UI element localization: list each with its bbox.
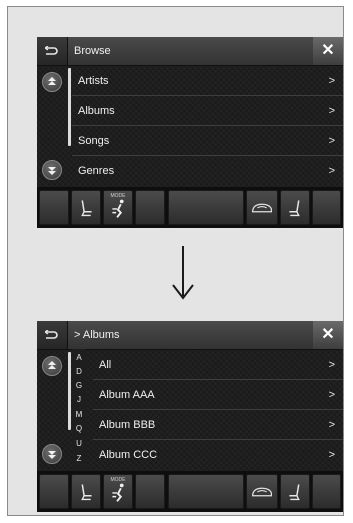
scroll-up-icon <box>48 77 56 85</box>
list-item-label: Artists <box>78 75 109 87</box>
scroll-down-icon <box>48 451 56 459</box>
seat-heater-left-button[interactable] <box>71 474 101 509</box>
list-item-all[interactable]: All > <box>93 351 343 380</box>
scroll-track[interactable] <box>68 352 71 430</box>
seat-left-icon <box>81 200 92 217</box>
scroll-up-button[interactable] <box>42 356 62 376</box>
climate-button-blank[interactable] <box>312 474 341 509</box>
seat-heater-right-button[interactable] <box>280 474 310 509</box>
list-item-label: Songs <box>78 135 110 147</box>
list-item-label: Albums <box>78 105 115 117</box>
chevron-right-icon: > <box>328 389 335 401</box>
recirculation-button[interactable] <box>246 190 278 225</box>
seat-right-icon <box>289 484 300 501</box>
alpha-index-u[interactable]: U <box>72 440 86 448</box>
mode-fan-icon <box>112 483 124 502</box>
mode-button[interactable]: MODE <box>103 190 133 225</box>
alpha-index-d[interactable]: D <box>72 368 86 376</box>
climate-bar: MODE <box>37 187 343 228</box>
climate-button-blank[interactable] <box>135 190 165 225</box>
recirculation-icon <box>252 487 272 497</box>
scroll-track[interactable] <box>68 68 71 146</box>
scroll-column <box>37 349 67 471</box>
alpha-index-q[interactable]: Q <box>72 425 86 433</box>
seat-right-icon <box>289 200 300 217</box>
scroll-down-icon <box>48 167 56 175</box>
chevron-right-icon: > <box>328 135 335 147</box>
browse-screen: Browse ✕ Artists > Albums > Songs > Genr… <box>37 37 343 228</box>
chevron-right-icon: > <box>328 165 335 177</box>
scroll-up-icon <box>48 361 56 369</box>
back-arrow-icon <box>43 329 58 339</box>
chevron-right-icon: > <box>328 449 335 461</box>
alpha-index-j[interactable]: J <box>72 396 86 404</box>
albums-screen: > Albums ✕ A D G J M Q U Z All > Album A… <box>37 321 343 512</box>
mode-button[interactable]: MODE <box>103 474 133 509</box>
seat-heater-left-button[interactable] <box>71 190 101 225</box>
close-button[interactable]: ✕ <box>313 321 343 349</box>
list-item-label: Album AAA <box>99 389 155 401</box>
chevron-right-icon: > <box>328 359 335 371</box>
figure-frame: Browse ✕ Artists > Albums > Songs > Genr… <box>7 6 344 516</box>
list-item-album-bbb[interactable]: Album BBB > <box>93 411 343 440</box>
climate-button-blank[interactable] <box>39 190 69 225</box>
climate-bar: MODE <box>37 471 343 512</box>
list-item-albums[interactable]: Albums > <box>72 97 343 126</box>
down-arrow-icon <box>172 246 194 300</box>
alpha-index-g[interactable]: G <box>72 382 86 390</box>
chevron-right-icon: > <box>328 75 335 87</box>
list-item-songs[interactable]: Songs > <box>72 127 343 156</box>
climate-button-blank[interactable] <box>312 190 341 225</box>
chevron-right-icon: > <box>328 419 335 431</box>
climate-button-blank[interactable] <box>135 474 165 509</box>
page-title: Browse <box>74 45 111 57</box>
list-item-label: All <box>99 359 112 371</box>
list-item-label: Genres <box>78 165 115 177</box>
list-item-album-aaa[interactable]: Album AAA > <box>93 381 343 410</box>
mode-fan-icon <box>112 199 124 218</box>
climate-button-blank-wide[interactable] <box>168 190 244 225</box>
back-arrow-icon <box>43 45 58 55</box>
seat-heater-right-button[interactable] <box>280 190 310 225</box>
back-button[interactable] <box>37 37 68 65</box>
alpha-index-z[interactable]: Z <box>72 455 86 463</box>
title-bar: > Albums ✕ <box>37 321 343 350</box>
alpha-index-m[interactable]: M <box>72 411 86 419</box>
list-item-label: Album CCC <box>99 449 158 461</box>
climate-button-blank[interactable] <box>39 474 69 509</box>
recirculation-icon <box>252 203 272 213</box>
scroll-column <box>37 65 67 187</box>
chevron-right-icon: > <box>328 105 335 117</box>
title-bar: Browse ✕ <box>37 37 343 66</box>
back-button[interactable] <box>37 321 68 349</box>
close-icon: ✕ <box>321 326 335 343</box>
scroll-up-button[interactable] <box>42 72 62 92</box>
recirculation-button[interactable] <box>246 474 278 509</box>
list-item-artists[interactable]: Artists > <box>72 67 343 96</box>
page-title: > Albums <box>74 329 120 341</box>
close-icon: ✕ <box>321 42 335 59</box>
scroll-down-button[interactable] <box>42 444 62 464</box>
close-button[interactable]: ✕ <box>313 37 343 65</box>
climate-button-blank-wide[interactable] <box>168 474 244 509</box>
alphabet-index: A D G J M Q U Z <box>72 349 86 471</box>
seat-left-icon <box>81 484 92 501</box>
list-item-genres[interactable]: Genres > <box>72 157 343 186</box>
list-item-label: Album BBB <box>99 419 156 431</box>
list-item-album-ccc[interactable]: Album CCC > <box>93 441 343 470</box>
scroll-down-button[interactable] <box>42 160 62 180</box>
alpha-index-a[interactable]: A <box>72 354 86 362</box>
